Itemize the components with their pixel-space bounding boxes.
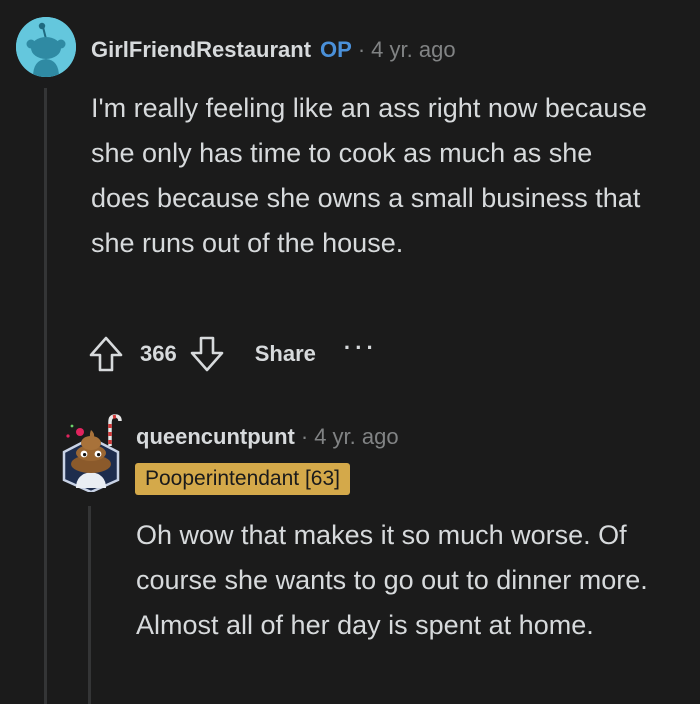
comment-actions: 366 Share ··· (86, 332, 378, 376)
op-badge: OP (320, 37, 352, 62)
reply-user-avatar[interactable] (60, 408, 122, 494)
comment-meta: GirlFriendRestaurant OP · 4 yr. ago (91, 34, 456, 66)
upvote-icon[interactable] (86, 332, 126, 376)
overflow-menu-icon[interactable]: ··· (344, 335, 378, 361)
meta-separator: · (357, 37, 366, 62)
downvote-icon[interactable] (187, 332, 227, 376)
share-button[interactable]: Share (255, 341, 316, 367)
reply-thread-collapse-line[interactable] (88, 506, 91, 704)
poop-emoji-avatar-icon (62, 414, 122, 494)
reply-timestamp[interactable]: 4 yr. ago (314, 424, 398, 450)
username-link[interactable]: GirlFriendRestaurant (91, 37, 311, 63)
comment-body: I'm really feeling like an ass right now… (91, 93, 647, 258)
comment-timestamp[interactable]: 4 yr. ago (371, 37, 455, 63)
reply-meta: queencuntpunt · 4 yr. ago (136, 421, 399, 453)
reddit-snoo-avatar-icon (16, 17, 76, 77)
user-avatar[interactable] (16, 17, 76, 77)
thread-collapse-line[interactable] (44, 88, 47, 704)
reply-body: Oh wow that makes it so much worse. Of c… (136, 520, 648, 640)
user-flair: Pooperintendant [63] (135, 463, 350, 495)
vote-score: 366 (140, 341, 177, 366)
meta-separator: · (300, 424, 309, 449)
reply-username-link[interactable]: queencuntpunt (136, 424, 295, 450)
comment-thread: GirlFriendRestaurant OP · 4 yr. ago I'm … (0, 0, 700, 704)
